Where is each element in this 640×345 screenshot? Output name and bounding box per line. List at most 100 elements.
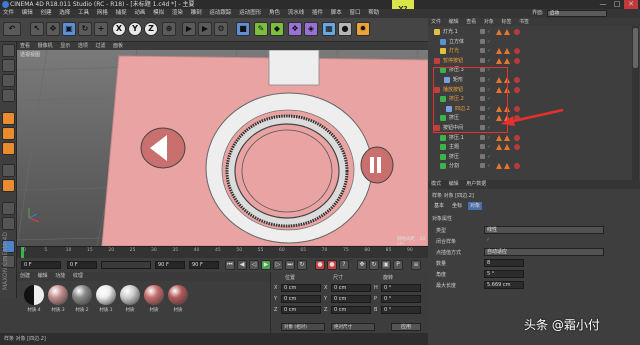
material-tag-icon[interactable] — [514, 86, 520, 93]
material-tag-icon[interactable] — [514, 144, 520, 151]
phong-tag-icon[interactable] — [496, 48, 502, 55]
om-menu-bookmarks[interactable]: 书签 — [516, 19, 532, 25]
viewport-menu-filter[interactable]: 过滤 — [92, 43, 108, 49]
record-icon[interactable]: ● — [315, 260, 325, 270]
key-param-icon[interactable]: P — [393, 260, 403, 270]
render-picture-viewer-icon[interactable]: ▶ — [198, 22, 212, 36]
menu-pipeline[interactable]: 流水线 — [285, 10, 308, 16]
enable-check-icon[interactable]: ✓ — [487, 29, 491, 35]
material-tag-icon[interactable] — [514, 77, 520, 83]
menu-motion-tracking[interactable]: 运动跟踪 — [206, 10, 234, 16]
axis-z-button[interactable]: Z — [144, 22, 158, 36]
menu-plugins[interactable]: 插件 — [309, 10, 326, 16]
phong-tag-icon[interactable] — [496, 163, 502, 170]
material-swatch[interactable]: 材质.4 — [23, 285, 45, 319]
next-frame-icon[interactable]: ▷ — [273, 260, 283, 270]
attribute-select[interactable]: 线性 — [484, 226, 604, 234]
am-menu-mode[interactable]: 模式 — [428, 181, 444, 187]
object-name[interactable]: 灯光.1 — [443, 28, 458, 37]
camera-icon[interactable]: ● — [338, 22, 352, 36]
attribute-field[interactable]: 5.669 cm — [484, 281, 524, 289]
tweak-mode-icon[interactable] — [2, 179, 15, 192]
object-row[interactable]: 暂停按钮 ✓ — [428, 57, 628, 66]
material-swatch[interactable]: 材质.1 — [95, 285, 117, 319]
cube-icon[interactable]: ■ — [236, 22, 250, 36]
menu-tools[interactable]: 工具 — [75, 10, 92, 16]
recent-tool-icon[interactable]: + — [94, 22, 108, 36]
frame-range-slider[interactable] — [101, 261, 151, 269]
phong-tag-icon[interactable] — [496, 57, 502, 64]
visibility-dot-icon[interactable] — [480, 134, 485, 140]
max-frame-field[interactable]: 90 F — [189, 261, 219, 269]
scale-icon[interactable]: ▣ — [62, 22, 76, 36]
visibility-dot-icon[interactable] — [480, 48, 485, 54]
menu-mesh[interactable]: 网格 — [94, 10, 111, 16]
om-menu-view[interactable]: 查看 — [463, 19, 479, 25]
om-menu-objects[interactable]: 对象 — [481, 19, 497, 25]
viewport-menu-cameras[interactable]: 摄像机 — [35, 43, 56, 49]
maximize-button[interactable]: □ — [610, 0, 624, 9]
autokey-icon[interactable]: ● — [327, 260, 337, 270]
goto-start-icon[interactable]: ⏮ — [225, 260, 235, 270]
size-mode-select[interactable]: 绝对尺寸 — [331, 323, 375, 331]
subdivision-icon[interactable]: ◆ — [270, 22, 284, 36]
menu-script[interactable]: 脚本 — [328, 10, 345, 16]
model-mode-icon[interactable] — [2, 59, 15, 72]
enable-check-icon[interactable]: ✓ — [487, 163, 491, 169]
phong-tag-icon[interactable] — [504, 29, 510, 35]
floor-icon[interactable]: ▦ — [322, 22, 336, 36]
texture-mode-icon[interactable] — [2, 74, 15, 87]
om-menu-file[interactable]: 文件 — [428, 19, 444, 25]
material-tag-icon[interactable] — [514, 163, 520, 170]
visibility-dot-icon[interactable] — [480, 144, 485, 150]
workplane-icon[interactable] — [2, 217, 15, 230]
visibility-dot-icon[interactable] — [480, 153, 485, 159]
size-y-field[interactable]: 0 cm — [331, 295, 371, 303]
menu-animate[interactable]: 动画 — [131, 10, 148, 16]
menu-edit[interactable]: 编辑 — [19, 10, 36, 16]
object-row[interactable]: 分割 ✓ — [428, 162, 628, 171]
cloner-icon[interactable]: ❖ — [288, 22, 302, 36]
am-menu-userdata[interactable]: 用户数据 — [463, 181, 489, 187]
end-frame-field[interactable]: 90 F — [155, 261, 185, 269]
object-name[interactable]: 挤压.1 — [449, 134, 464, 143]
object-name[interactable]: 立方体 — [449, 38, 464, 47]
menu-character[interactable]: 角色 — [266, 10, 283, 16]
enable-check-icon[interactable]: ✓ — [487, 154, 491, 160]
start-frame-field[interactable]: 0 F — [67, 261, 97, 269]
render-settings-icon[interactable]: ⚙ — [214, 22, 228, 36]
prev-frame-icon[interactable]: ◁ — [249, 260, 259, 270]
viewport-menu-options[interactable]: 选项 — [75, 43, 91, 49]
workplane-mode-icon[interactable] — [2, 89, 15, 102]
axis-mode-icon[interactable] — [2, 164, 15, 177]
enable-check-icon[interactable]: ✓ — [487, 58, 491, 64]
material-tag-icon[interactable] — [514, 57, 520, 64]
attribute-field[interactable]: 8 — [484, 259, 524, 267]
enable-check-icon[interactable]: ✓ — [487, 48, 491, 54]
material-swatch[interactable]: 材质.3 — [47, 285, 69, 319]
object-row[interactable]: 挤压 ✓ — [428, 153, 628, 162]
material-menu-texture[interactable]: 纹理 — [70, 273, 86, 279]
polygons-mode-icon[interactable] — [2, 142, 15, 155]
object-row[interactable]: 立方体 ✓ — [428, 38, 628, 47]
visibility-dot-icon[interactable] — [480, 163, 485, 169]
viewport-menu-view[interactable]: 查看 — [17, 43, 33, 49]
keyframe-selection-icon[interactable]: ? — [339, 260, 349, 270]
deformer-icon[interactable]: ◈ — [304, 22, 318, 36]
object-row[interactable]: 灯光 ✓ — [428, 47, 628, 56]
attribute-checkbox[interactable]: ✓ — [484, 237, 494, 245]
snap-icon[interactable] — [2, 202, 15, 215]
viewport-menu-display[interactable]: 显示 — [57, 43, 73, 49]
play-icon[interactable]: ▶ — [261, 260, 271, 270]
enable-check-icon[interactable]: ✓ — [487, 39, 491, 45]
layout-select[interactable]: 启动 — [547, 10, 607, 17]
goto-end-icon[interactable]: ⏭ — [285, 260, 295, 270]
menu-mograph[interactable]: 运动图形 — [236, 10, 264, 16]
material-swatch[interactable]: 材质 — [167, 285, 189, 319]
object-name[interactable]: 分割 — [449, 162, 459, 171]
rotation-h-field[interactable]: 0 ° — [381, 284, 421, 292]
viewport-menu-panel[interactable]: 面板 — [110, 43, 126, 49]
object-row[interactable]: 灯光.1 ✓ — [428, 28, 628, 37]
make-editable-icon[interactable] — [2, 44, 15, 57]
phong-tag-icon[interactable] — [496, 134, 502, 141]
